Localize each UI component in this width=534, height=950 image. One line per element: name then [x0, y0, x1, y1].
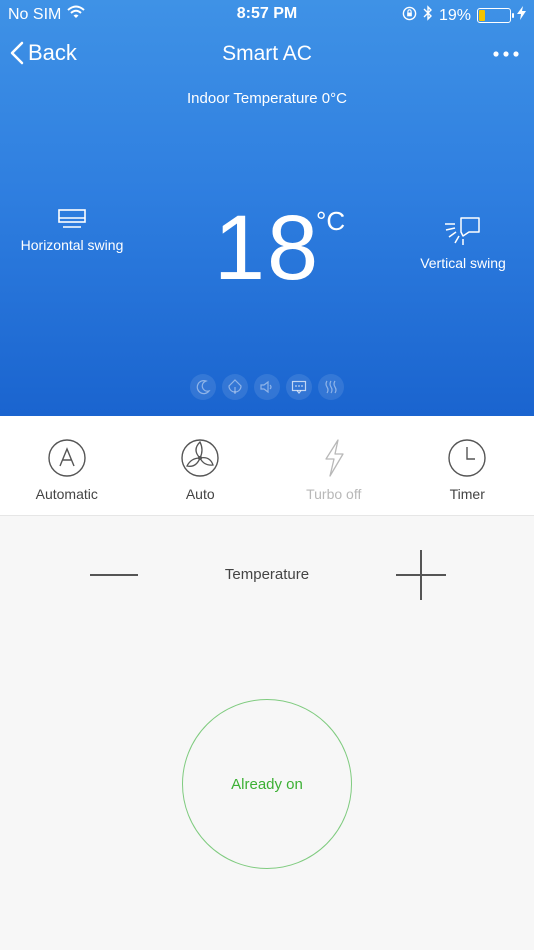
charging-bolt-icon [517, 6, 526, 25]
heat-button[interactable] [318, 374, 344, 400]
quick-function-row [0, 374, 534, 400]
fan-speed-label: Auto [185, 486, 215, 502]
status-bar: No SIM 8:57 PM 19% [0, 0, 534, 30]
temperature-decrease-button[interactable] [84, 568, 144, 582]
bluetooth-icon [423, 5, 433, 26]
leaf-icon [228, 379, 242, 394]
back-button[interactable]: Back [10, 40, 77, 66]
power-button[interactable]: Already on [182, 699, 352, 869]
nav-bar: Back Smart AC [0, 30, 534, 80]
setpoint-unit: °C [316, 206, 346, 236]
turbo-label: Turbo off [306, 486, 362, 502]
power-status-label: Already on [231, 775, 303, 793]
vertical-swing-button[interactable]: Vertical swing [410, 214, 516, 271]
back-label: Back [28, 40, 77, 65]
header-hero: No SIM 8:57 PM 19% Back Smart AC Indoor … [0, 0, 534, 416]
speaker-icon [260, 380, 272, 394]
sound-button[interactable] [254, 374, 280, 400]
indoor-temperature: Indoor Temperature 0°C [187, 90, 347, 107]
temperature-label: Temperature [224, 566, 310, 583]
fan-speed-button[interactable]: Auto [134, 416, 268, 515]
fan-icon [181, 439, 219, 477]
mode-automatic-label: Automatic [35, 486, 98, 502]
temperature-increase-button[interactable] [394, 548, 448, 602]
rotation-lock-icon [402, 6, 417, 26]
sleep-button[interactable] [190, 374, 216, 400]
temperature-control: Temperature [0, 548, 534, 608]
chevron-left-icon [10, 41, 24, 65]
setpoint-value: 18 [213, 197, 321, 299]
heat-icon [325, 380, 337, 394]
battery-level-fill [479, 10, 485, 21]
mode-a-icon [48, 439, 86, 477]
eco-button[interactable] [222, 374, 248, 400]
timer-button[interactable]: Timer [401, 416, 534, 515]
more-dots-icon [493, 51, 519, 57]
vertical-swing-icon [445, 217, 480, 245]
mode-bar: Automatic Auto Turbo off Timer [0, 416, 534, 516]
timer-label: Timer [449, 486, 485, 502]
more-button[interactable] [492, 44, 520, 64]
mode-automatic-button[interactable]: Automatic [0, 416, 134, 515]
turbo-button[interactable]: Turbo off [267, 416, 401, 515]
battery-percent: 19% [438, 6, 471, 24]
display-button[interactable] [286, 374, 312, 400]
clock-icon [448, 439, 486, 477]
battery-icon [477, 8, 514, 23]
moon-icon [196, 380, 211, 395]
display-icon [291, 380, 307, 394]
vertical-swing-label: Vertical swing [420, 255, 506, 271]
lightning-icon [325, 439, 344, 477]
page-title: Smart AC [222, 42, 312, 65]
